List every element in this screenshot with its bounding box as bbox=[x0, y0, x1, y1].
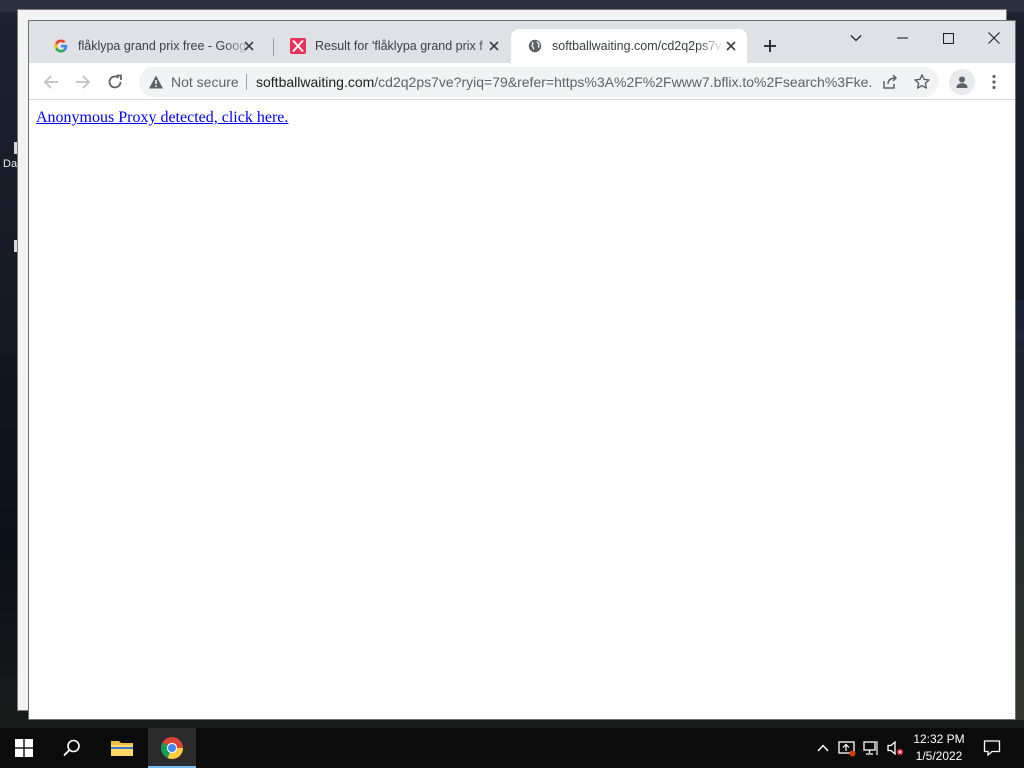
profile-avatar[interactable] bbox=[949, 69, 975, 95]
chevron-up-icon bbox=[817, 744, 829, 752]
tab-title: flåklypa grand prix free - Google bbox=[78, 39, 250, 53]
action-center-button[interactable] bbox=[982, 738, 1002, 758]
desktop-icon-label[interactable]: Da bbox=[3, 158, 17, 170]
page-content: Anonymous Proxy detected, click here. bbox=[29, 101, 1015, 719]
plus-icon bbox=[764, 40, 776, 52]
clock-date: 1/5/2022 bbox=[915, 749, 963, 763]
file-explorer-button[interactable] bbox=[98, 728, 146, 768]
omnibox-divider bbox=[246, 74, 247, 90]
taskbar-clock[interactable]: 12:32 PM 1/5/2022 bbox=[902, 731, 976, 767]
proxy-detected-link[interactable]: Anonymous Proxy detected, click here. bbox=[36, 109, 288, 127]
new-tab-button[interactable] bbox=[759, 35, 781, 57]
tab-bflix-result[interactable]: Result for 'flåklypa grand prix f bbox=[274, 29, 510, 63]
tab-search-button[interactable] bbox=[833, 23, 879, 53]
star-icon[interactable] bbox=[913, 73, 931, 91]
minimize-button[interactable] bbox=[879, 23, 925, 53]
browser-window: flåklypa grand prix free - Google Result… bbox=[28, 20, 1016, 720]
tab-strip: flåklypa grand prix free - Google Result… bbox=[29, 21, 1015, 63]
person-icon bbox=[956, 76, 968, 88]
network-icon bbox=[863, 741, 878, 755]
forward-button[interactable] bbox=[69, 68, 97, 96]
show-hidden-icons-button[interactable] bbox=[814, 738, 832, 758]
maximize-button[interactable] bbox=[925, 23, 971, 53]
browser-menu-button[interactable] bbox=[985, 69, 1003, 95]
close-icon[interactable] bbox=[723, 38, 739, 54]
network-tray-icon[interactable] bbox=[862, 738, 880, 758]
address-bar[interactable]: Not secure softballwaiting.com/cd2q2ps7v… bbox=[139, 67, 939, 97]
tab-title: Result for 'flåklypa grand prix f bbox=[315, 39, 483, 53]
close-window-button[interactable] bbox=[971, 23, 1017, 53]
kebab-menu-icon bbox=[992, 74, 996, 90]
taskbar: 12:32 PM 1/5/2022 bbox=[0, 728, 1024, 768]
chevron-down-icon bbox=[850, 35, 862, 42]
close-icon[interactable] bbox=[486, 38, 502, 54]
url-text[interactable]: softballwaiting.com/cd2q2ps7ve?ryiq=79&r… bbox=[256, 74, 871, 90]
reload-icon bbox=[108, 74, 122, 89]
clock-time: 12:32 PM bbox=[913, 732, 965, 746]
close-icon[interactable] bbox=[241, 38, 257, 54]
folder-icon bbox=[111, 741, 133, 756]
maximize-icon bbox=[942, 32, 954, 44]
back-button[interactable] bbox=[37, 68, 65, 96]
globe-icon bbox=[527, 38, 543, 54]
monitor-alert-icon bbox=[838, 741, 856, 757]
warning-triangle-icon[interactable] bbox=[148, 74, 164, 90]
google-g-icon bbox=[53, 38, 69, 54]
arrow-right-icon bbox=[76, 75, 91, 89]
security-tray-icon[interactable] bbox=[838, 738, 856, 758]
chrome-icon bbox=[161, 737, 183, 759]
browser-toolbar: Not secure softballwaiting.com/cd2q2ps7v… bbox=[29, 63, 1015, 100]
close-icon bbox=[988, 32, 1000, 44]
bflix-x-icon bbox=[290, 38, 306, 54]
notification-icon bbox=[983, 740, 1001, 757]
share-icon[interactable] bbox=[881, 73, 899, 91]
arrow-left-icon bbox=[43, 75, 58, 89]
minimize-icon bbox=[896, 37, 908, 39]
tab-softballwaiting[interactable]: softballwaiting.com/cd2q2ps7ve bbox=[511, 29, 747, 63]
tab-google-search[interactable]: flåklypa grand prix free - Google bbox=[37, 29, 265, 63]
reload-button[interactable] bbox=[101, 68, 129, 96]
windows-logo-icon bbox=[15, 739, 33, 757]
start-button[interactable] bbox=[0, 728, 48, 768]
tab-title: softballwaiting.com/cd2q2ps7ve bbox=[552, 39, 724, 53]
search-icon bbox=[63, 739, 80, 757]
url-host: softballwaiting.com bbox=[256, 74, 375, 90]
chrome-taskbar-button[interactable] bbox=[148, 728, 196, 768]
url-path: /cd2q2ps7ve?ryiq=79&refer=https%3A%2F%2F… bbox=[374, 74, 871, 90]
security-status-label[interactable]: Not secure bbox=[171, 74, 239, 90]
search-button[interactable] bbox=[48, 728, 96, 768]
